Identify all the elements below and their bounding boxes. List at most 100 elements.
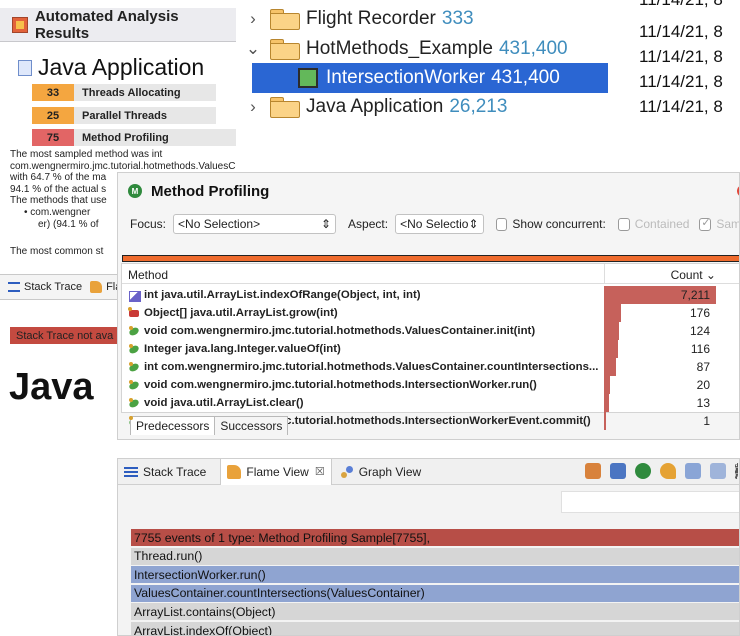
tree-item-intersectionworker[interactable]: IntersectionWorker 431,400 bbox=[252, 63, 608, 93]
table-row[interactable]: void com.wengnermiro.jmc.tutorial.hotmet… bbox=[122, 322, 740, 340]
java-application-heading: Java Application bbox=[18, 54, 204, 81]
method-table: Method Count ⌄ int java.util.ArrayList.i… bbox=[121, 263, 740, 413]
flame-frame[interactable]: ArrayList.contains(Object) bbox=[131, 603, 740, 620]
count-value: 20 bbox=[697, 378, 710, 392]
timestamp-cell: 11/14/21, 8 bbox=[639, 97, 723, 117]
tab-graph-view[interactable]: Graph View bbox=[340, 465, 427, 479]
graph-icon bbox=[340, 465, 354, 479]
toolbar-action-icon[interactable] bbox=[610, 463, 626, 479]
analysis-results-icon bbox=[12, 17, 28, 33]
tab-predecessors[interactable]: Predecessors bbox=[130, 416, 215, 435]
toolbar-action-icon[interactable] bbox=[660, 463, 676, 479]
analysis-header-title: Automated Analysis Results bbox=[35, 8, 236, 42]
table-row[interactable]: void com.wengnermiro.jmc.tutorial.hotmet… bbox=[122, 376, 740, 394]
flame-frame[interactable]: ValuesContainer.countIntersections(Value… bbox=[131, 585, 740, 602]
description-line: com.wengnermiro.jmc.tutorial.hotmethods.… bbox=[10, 161, 236, 173]
method-name: int com.wengnermiro.jmc.tutorial.hotmeth… bbox=[144, 361, 614, 373]
rule-score: 25 bbox=[32, 107, 74, 124]
tree-item-hotmethods[interactable]: ⌄ HotMethods_Example 431,400 bbox=[236, 34, 608, 64]
rule-parallel-threads[interactable]: 25 Parallel Threads bbox=[32, 107, 216, 124]
application-icon bbox=[18, 60, 32, 76]
focus-select[interactable]: <No Selection> ⇕ bbox=[173, 214, 336, 234]
timestamp-column: 11/14/21, 8 11/14/21, 8 11/14/21, 8 11/1… bbox=[627, 0, 740, 128]
tab-stack-trace[interactable]: Stack Trace bbox=[124, 465, 212, 479]
rule-threads-allocating[interactable]: 33 Threads Allocating bbox=[32, 84, 216, 101]
tree-item-count: 333 bbox=[442, 8, 474, 30]
count-value: 87 bbox=[697, 360, 710, 374]
tree-item-label: Flight Recorder bbox=[306, 8, 436, 30]
column-header-method[interactable]: Method bbox=[128, 268, 168, 282]
table-header: Method Count ⌄ bbox=[122, 264, 740, 284]
method-name: int java.util.ArrayList.indexOfRange(Obj… bbox=[144, 289, 614, 301]
public-method-icon bbox=[128, 361, 140, 373]
flame-frame[interactable]: 7755 events of 1 type: Method Profiling … bbox=[131, 529, 740, 546]
count-cell: 13 bbox=[604, 394, 716, 412]
table-row[interactable]: Integer java.lang.Integer.valueOf(int) 11… bbox=[122, 340, 740, 358]
recording-tree: › Flight Recorder 333 ⌄ HotMethods_Examp… bbox=[236, 0, 608, 124]
flame-view-tabbar: Stack Trace Flame View ☒ Graph View bbox=[118, 459, 740, 485]
java-large-text: Java bbox=[9, 366, 94, 409]
save-icon[interactable] bbox=[685, 463, 701, 479]
focus-label: Focus: bbox=[130, 217, 166, 231]
rule-method-profiling[interactable]: 75 Method Profiling bbox=[32, 129, 236, 146]
tree-item-flight-recorder[interactable]: › Flight Recorder 333 bbox=[236, 4, 608, 34]
tab-stack-trace[interactable]: Stack Trace bbox=[8, 281, 82, 293]
chevron-right-icon[interactable]: › bbox=[236, 97, 270, 117]
search-input[interactable] bbox=[561, 491, 740, 513]
more-options-icon[interactable] bbox=[735, 463, 739, 479]
tree-item-java-application[interactable]: › Java Application 26,213 bbox=[236, 92, 608, 122]
same-threads-checkbox[interactable] bbox=[699, 218, 711, 231]
rule-label: Parallel Threads bbox=[82, 110, 167, 122]
count-cell: 124 bbox=[604, 322, 716, 340]
flame-icon bbox=[90, 281, 102, 293]
tab-flame-view[interactable]: Flame View ☒ bbox=[220, 459, 331, 485]
column-header-count[interactable]: Count ⌄ bbox=[604, 264, 724, 284]
chevron-right-icon[interactable]: › bbox=[236, 9, 270, 29]
print-icon[interactable] bbox=[710, 463, 726, 479]
view-toolbar bbox=[576, 463, 739, 479]
table-row[interactable]: int com.wengnermiro.jmc.tutorial.hotmeth… bbox=[122, 358, 740, 376]
flame-icon bbox=[227, 465, 241, 479]
most-common-text: The most common st bbox=[10, 246, 103, 257]
count-cell: 87 bbox=[604, 358, 716, 376]
contained-checkbox[interactable] bbox=[618, 218, 630, 231]
count-bar bbox=[604, 376, 610, 394]
count-cell: 176 bbox=[604, 304, 716, 322]
tab-successors[interactable]: Successors bbox=[215, 416, 288, 435]
toolbar-action-icon[interactable] bbox=[585, 463, 601, 479]
chevron-down-icon[interactable]: ⌄ bbox=[236, 39, 270, 59]
rule-score: 75 bbox=[32, 129, 74, 146]
flame-frame[interactable]: Thread.run() bbox=[131, 548, 740, 565]
count-bar bbox=[604, 322, 619, 340]
count-value: 116 bbox=[691, 342, 710, 356]
timestamp-cell: 11/14/21, 8 bbox=[639, 22, 723, 42]
focus-value: <No Selection> bbox=[178, 217, 260, 231]
table-row[interactable]: void java.util.ArrayList.clear()13 bbox=[122, 394, 740, 412]
select-arrows-icon: ⇕ bbox=[321, 217, 331, 231]
show-concurrent-checkbox[interactable] bbox=[496, 218, 508, 231]
folder-icon bbox=[270, 9, 300, 29]
aspect-label: Aspect: bbox=[348, 217, 388, 231]
method-profiling-icon: M bbox=[128, 184, 142, 198]
flame-frame[interactable]: IntersectionWorker.run() bbox=[131, 566, 740, 583]
timeline-bar[interactable] bbox=[122, 255, 740, 262]
count-bar bbox=[604, 358, 616, 376]
flame-frame[interactable]: ArrayList.indexOf(Object) bbox=[131, 622, 740, 636]
count-cell: 116 bbox=[604, 340, 716, 358]
method-name: Integer java.lang.Integer.valueOf(int) bbox=[144, 343, 614, 355]
tree-item-label: Java Application bbox=[306, 96, 443, 118]
timestamp-cell: 11/14/21, 8 bbox=[639, 0, 723, 10]
count-bar bbox=[604, 340, 618, 358]
table-row[interactable]: int java.util.ArrayList.indexOfRange(Obj… bbox=[122, 286, 740, 304]
count-bar bbox=[604, 412, 606, 430]
table-row[interactable]: Object[] java.util.ArrayList.grow(int)17… bbox=[122, 304, 740, 322]
aspect-select[interactable]: <No Selectio ⇕ bbox=[395, 214, 483, 234]
tab-label: Stack Trace bbox=[24, 281, 82, 293]
public-method-icon bbox=[128, 397, 140, 409]
count-bar bbox=[604, 394, 609, 412]
method-profiling-icon[interactable] bbox=[635, 463, 651, 479]
close-tab-icon[interactable]: ☒ bbox=[315, 465, 325, 478]
tree-item-label: HotMethods_Example bbox=[306, 38, 493, 60]
public-method-icon bbox=[128, 343, 140, 355]
method-profiling-header: M Method Profiling bbox=[118, 173, 740, 209]
